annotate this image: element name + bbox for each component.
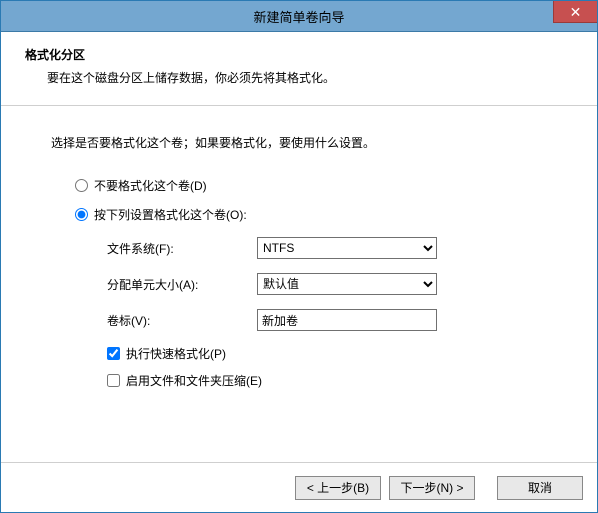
quickformat-row[interactable]: 执行快速格式化(P) bbox=[107, 345, 555, 362]
compress-checkbox[interactable] bbox=[107, 374, 120, 387]
radio-format-row[interactable]: 按下列设置格式化这个卷(O): bbox=[75, 206, 555, 223]
page-body: 选择是否要格式化这个卷；如果要格式化，要使用什么设置。 不要格式化这个卷(D) … bbox=[1, 106, 597, 462]
page-header: 格式化分区 要在这个磁盘分区上储存数据，你必须先将其格式化。 bbox=[1, 32, 597, 106]
volumelabel-label: 卷标(V): bbox=[107, 312, 257, 329]
format-settings: 文件系统(F): NTFS 分配单元大小(A): 默认值 bbox=[107, 237, 555, 389]
back-button[interactable]: < 上一步(B) bbox=[295, 476, 381, 500]
content-area: 格式化分区 要在这个磁盘分区上储存数据，你必须先将其格式化。 选择是否要格式化这… bbox=[1, 32, 597, 512]
allocation-row: 分配单元大小(A): 默认值 bbox=[107, 273, 555, 295]
radio-noformat-label: 不要格式化这个卷(D) bbox=[94, 177, 207, 194]
quickformat-checkbox[interactable] bbox=[107, 347, 120, 360]
filesystem-label: 文件系统(F): bbox=[107, 240, 257, 257]
window-title: 新建简单卷向导 bbox=[1, 7, 597, 26]
allocation-select[interactable]: 默认值 bbox=[257, 273, 437, 295]
compress-label: 启用文件和文件夹压缩(E) bbox=[126, 372, 262, 389]
filesystem-select[interactable]: NTFS bbox=[257, 237, 437, 259]
radio-noformat[interactable] bbox=[75, 179, 88, 192]
radio-format-label: 按下列设置格式化这个卷(O): bbox=[94, 206, 247, 223]
close-icon: ✕ bbox=[570, 5, 582, 19]
radio-format[interactable] bbox=[75, 208, 88, 221]
volumelabel-input[interactable] bbox=[257, 309, 437, 331]
allocation-label: 分配单元大小(A): bbox=[107, 276, 257, 293]
close-button[interactable]: ✕ bbox=[553, 1, 597, 23]
next-button[interactable]: 下一步(N) > bbox=[389, 476, 475, 500]
instruction-text: 选择是否要格式化这个卷；如果要格式化，要使用什么设置。 bbox=[51, 134, 555, 151]
compress-row[interactable]: 启用文件和文件夹压缩(E) bbox=[107, 372, 555, 389]
button-bar: < 上一步(B) 下一步(N) > 取消 bbox=[1, 462, 597, 512]
quickformat-label: 执行快速格式化(P) bbox=[126, 345, 226, 362]
wizard-window: 新建简单卷向导 ✕ 格式化分区 要在这个磁盘分区上储存数据，你必须先将其格式化。… bbox=[0, 0, 598, 513]
page-subtitle: 要在这个磁盘分区上储存数据，你必须先将其格式化。 bbox=[47, 69, 573, 86]
page-title: 格式化分区 bbox=[25, 46, 573, 63]
volumelabel-row: 卷标(V): bbox=[107, 309, 555, 331]
filesystem-row: 文件系统(F): NTFS bbox=[107, 237, 555, 259]
cancel-button[interactable]: 取消 bbox=[497, 476, 583, 500]
radio-noformat-row[interactable]: 不要格式化这个卷(D) bbox=[75, 177, 555, 194]
titlebar[interactable]: 新建简单卷向导 ✕ bbox=[1, 1, 597, 32]
